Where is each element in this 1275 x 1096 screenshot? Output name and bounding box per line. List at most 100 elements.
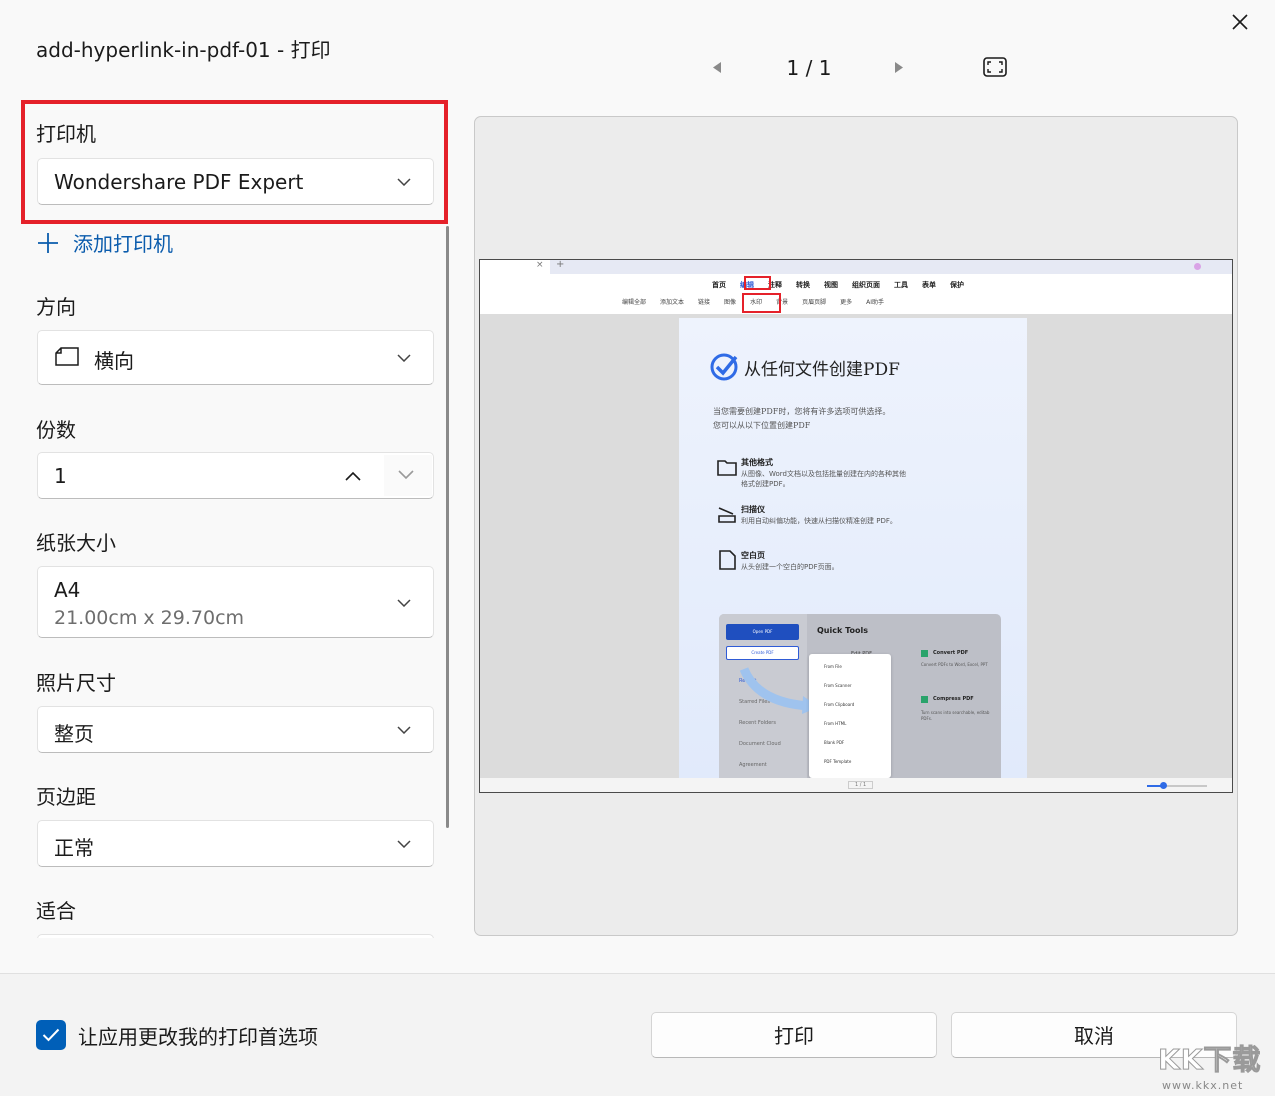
folder-icon: [717, 458, 737, 476]
printer-select[interactable]: Wondershare PDF Expert: [37, 158, 434, 205]
orientation-select-value: 横向: [94, 345, 134, 374]
preview-open-pdf: Open PDF: [726, 624, 799, 640]
preview-compress-desc: Turn scans into searchable, editab: [921, 710, 989, 715]
preview-create-menu-item: From Clipboard: [824, 702, 854, 707]
checkmark-icon: [42, 1028, 60, 1042]
remember-preferences-label: 让应用更改我的打印首选项: [78, 1021, 318, 1050]
preview-nav-item: Agreement: [739, 762, 767, 768]
paper-size-value: A4: [54, 578, 80, 602]
preview-tool: AI助手: [866, 297, 884, 306]
preview-doc-heading: 从任何文件创建PDF: [744, 355, 900, 380]
preview-item-desc: 格式创建PDF。: [741, 479, 790, 489]
photo-size-value: 整页: [54, 718, 94, 747]
preview-create-menu-item: Blank PDF: [824, 740, 844, 745]
preview-item-title: 扫描仪: [741, 504, 765, 515]
preview-item-desc: 从头创建一个空白的PDF页面。: [741, 562, 839, 572]
preview-compress-title: Compress PDF: [933, 696, 974, 702]
scanner-icon: [717, 505, 737, 523]
preview-item-title: 空白页: [741, 550, 765, 561]
paper-size-dimensions: 21.00cm x 29.70cm: [54, 607, 244, 629]
watermark-text: KK下载: [1158, 1038, 1261, 1078]
curved-arrow-icon: [739, 664, 819, 714]
chevron-down-icon: [397, 840, 411, 848]
preview-menu-item: 工具: [894, 280, 908, 290]
chevron-down-icon: [397, 599, 411, 607]
preview-item-desc: 从图像、Word文档以及包括批量创建在内的各种其他: [741, 469, 906, 479]
photo-size-label: 照片尺寸: [36, 667, 116, 696]
preview-app-titlebar: × +: [480, 260, 1232, 274]
preview-doc-page: 从任何文件创建PDF 当您需要创建PDF时，您将有许多选项可供选择。 您可以从以…: [679, 318, 1027, 778]
preview-compress-desc: PDFs.: [921, 716, 932, 721]
preview-tool: 链接: [698, 297, 710, 306]
next-page-button[interactable]: [893, 61, 905, 74]
preview-status-bar: 1 / 1: [480, 778, 1232, 793]
previous-page-button[interactable]: [711, 61, 723, 74]
preview-convert-title: Convert PDF: [933, 650, 968, 656]
page-indicator: 1 / 1: [770, 56, 848, 80]
preview-create-pdf: Create PDF: [726, 646, 799, 660]
paper-size-label: 纸张大小: [36, 527, 116, 556]
preview-page: × + 首页 编辑 注释 转换 视图 组织页面 工具 表单 保护 编辑全部 添加…: [479, 259, 1233, 793]
remember-preferences-checkbox[interactable]: [36, 1020, 66, 1050]
preview-tool: 编辑全部: [622, 297, 646, 306]
preview-tool: 页眉页脚: [802, 297, 826, 306]
copies-label: 份数: [36, 414, 76, 443]
check-circle-icon: [709, 352, 739, 382]
margins-label: 页边距: [36, 781, 96, 810]
fit-label: 适合: [36, 895, 76, 924]
fit-select[interactable]: [37, 934, 434, 938]
preview-link-tool-highlight: [742, 293, 781, 313]
site-watermark: KK下载 www.kkx.net: [1152, 1038, 1270, 1094]
preview-create-menu-item: PDF Template: [824, 759, 851, 764]
settings-scrollbar[interactable]: [446, 226, 449, 828]
preview-item-desc: 利用自动纠偏功能，快速从扫描仪精准创建 PDF。: [741, 516, 897, 526]
print-button[interactable]: 打印: [651, 1012, 937, 1058]
add-printer-label: 添加打印机: [73, 228, 173, 257]
preview-edit-highlight: [744, 276, 771, 290]
preview-create-menu-item: From File: [824, 664, 842, 669]
preview-menu-item: 表单: [922, 280, 936, 290]
preview-page-counter: 1 / 1: [848, 781, 873, 789]
margins-select[interactable]: 正常: [37, 820, 434, 867]
printer-select-value: Wondershare PDF Expert: [54, 170, 303, 194]
fit-to-window-button[interactable]: [983, 57, 1007, 77]
preview-create-menu: From File From Scanner From Clipboard Fr…: [809, 654, 891, 778]
preview-tool: 图像: [724, 297, 736, 306]
preview-quick-tools: Quick Tools: [817, 626, 868, 635]
chevron-down-icon: [397, 726, 411, 734]
decrement-button[interactable]: [384, 455, 432, 496]
close-button[interactable]: [1222, 4, 1258, 40]
preview-embedded-app: Open PDF Create PDF Recent Starred Files…: [719, 614, 1001, 778]
preview-menu-item: 保护: [950, 280, 964, 290]
chevron-up-icon[interactable]: [345, 471, 361, 481]
blank-page-icon: [719, 550, 736, 570]
preview-nav-item: Recent Folders: [739, 720, 776, 726]
chevron-down-icon: [397, 354, 411, 362]
copies-value: 1: [54, 464, 67, 488]
watermark-url: www.kkx.net: [1162, 1079, 1243, 1092]
preview-menu-item: 首页: [712, 280, 726, 290]
preview-create-menu-item: From Scanner: [824, 683, 852, 688]
photo-size-select[interactable]: 整页: [37, 706, 434, 753]
preview-convert-desc: Convert PDFs to Word, Excel, PPT: [921, 662, 988, 667]
chevron-down-icon: [397, 178, 411, 186]
orientation-label: 方向: [36, 291, 76, 320]
paper-size-select[interactable]: A4 21.00cm x 29.70cm: [37, 566, 434, 638]
copies-stepper[interactable]: 1: [37, 452, 434, 499]
margins-value: 正常: [54, 832, 94, 861]
preview-item-title: 其他格式: [741, 457, 773, 468]
preview-tool: 更多: [840, 297, 852, 306]
preview-nav-item: Document Cloud: [739, 741, 781, 747]
preview-menu-item: 转换: [796, 280, 810, 290]
preview-create-menu-item: From HTML: [824, 721, 846, 726]
orientation-select[interactable]: 横向: [37, 330, 434, 385]
preview-menu-item: 组织页面: [852, 280, 880, 290]
add-printer-link[interactable]: 添加打印机: [37, 228, 173, 257]
landscape-page-icon: [54, 347, 80, 367]
preview-menu-item: 视图: [824, 280, 838, 290]
close-icon: [1232, 14, 1248, 30]
preview-tool: 添加文本: [660, 297, 684, 306]
printer-label: 打印机: [36, 118, 96, 147]
dialog-title: add-hyperlink-in-pdf-01 - 打印: [36, 34, 331, 63]
plus-icon: [37, 232, 59, 254]
